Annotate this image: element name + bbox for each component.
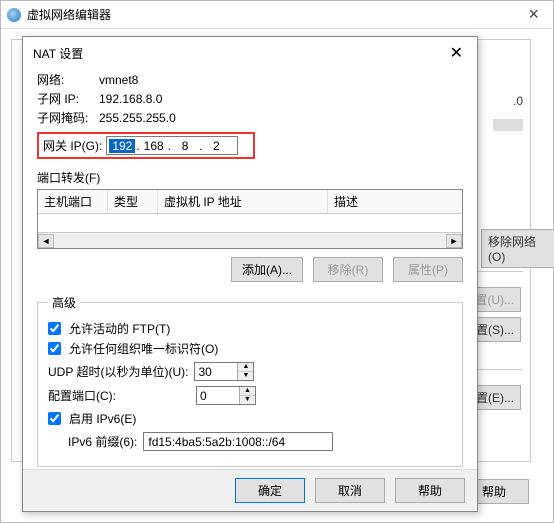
- bg-partial-bar: [493, 119, 523, 131]
- parent-title: 虚拟网络编辑器: [27, 6, 111, 23]
- table-header: 主机端口 类型 虚拟机 IP 地址 描述: [38, 190, 462, 214]
- subnet-ip-value: 192.168.8.0: [99, 92, 162, 106]
- config-port-label: 配置端口(C):: [48, 387, 190, 404]
- allow-oui-label: 允许任何组织唯一标识符(O): [69, 340, 218, 357]
- network-row: 网络: vmnet8: [37, 71, 463, 88]
- subnet-mask-value: 255.255.255.0: [99, 111, 176, 125]
- scroll-left-icon[interactable]: ◄: [38, 234, 54, 248]
- col-vm-ip[interactable]: 虚拟机 IP 地址: [158, 190, 328, 213]
- ok-button[interactable]: 确定: [235, 478, 305, 503]
- help-button[interactable]: 帮助: [395, 478, 465, 503]
- ipv6-prefix-input[interactable]: [143, 432, 333, 451]
- gateway-row-highlight: 网关 IP(G): 192 . 168 . 8 . 2: [37, 132, 255, 159]
- allow-active-ftp-checkbox[interactable]: [48, 322, 61, 335]
- subnet-ip-row: 子网 IP: 192.168.8.0: [37, 90, 463, 107]
- gateway-ip-input[interactable]: 192 . 168 . 8 . 2: [106, 136, 238, 155]
- dialog-title: NAT 设置: [33, 45, 83, 62]
- udp-timeout-label: UDP 超时(以秒为单位)(U):: [48, 363, 188, 380]
- subnet-ip-label: 子网 IP:: [37, 90, 99, 107]
- col-desc[interactable]: 描述: [328, 190, 462, 213]
- remove-network-button[interactable]: 移除网络(O): [481, 229, 554, 268]
- port-forward-buttons: 添加(A)... 移除(R) 属性(P): [37, 257, 463, 282]
- port-forward-label: 端口转发(F): [37, 169, 463, 186]
- bg-partial-text: .0: [513, 94, 523, 108]
- dialog-footer: 确定 取消 帮助: [23, 469, 477, 511]
- gateway-octet-2[interactable]: 168: [141, 139, 167, 153]
- horizontal-scrollbar[interactable]: ◄ ►: [38, 232, 462, 248]
- parent-titlebar: 虚拟网络编辑器 ×: [1, 1, 553, 29]
- cancel-button[interactable]: 取消: [315, 478, 385, 503]
- ipv6-prefix-label: IPv6 前缀(6):: [68, 433, 137, 450]
- parent-close-icon[interactable]: ×: [520, 4, 547, 25]
- app-icon: [7, 8, 21, 22]
- dialog-titlebar: NAT 设置 ✕: [23, 37, 477, 67]
- cfgport-spinner[interactable]: ▲▼: [239, 387, 255, 404]
- advanced-group: 高级 允许活动的 FTP(T) 允许任何组织唯一标识符(O) UDP 超时(以秒…: [37, 294, 463, 467]
- network-label: 网络:: [37, 71, 99, 88]
- gateway-octet-4[interactable]: 2: [203, 139, 229, 153]
- gateway-label: 网关 IP(G):: [41, 137, 102, 154]
- enable-ipv6-checkbox[interactable]: [48, 412, 61, 425]
- udp-timeout-input[interactable]: ▲▼: [194, 362, 254, 381]
- config-port-input[interactable]: ▲▼: [196, 386, 256, 405]
- udp-spinner[interactable]: ▲▼: [237, 363, 253, 380]
- port-forward-table[interactable]: 主机端口 类型 虚拟机 IP 地址 描述 ◄ ►: [37, 189, 463, 249]
- advanced-legend: 高级: [48, 294, 80, 311]
- subnet-mask-label: 子网掩码:: [37, 109, 99, 126]
- add-button[interactable]: 添加(A)...: [231, 257, 303, 282]
- bg-divider-2: [473, 369, 523, 370]
- nat-settings-dialog: NAT 设置 ✕ 网络: vmnet8 子网 IP: 192.168.8.0 子…: [22, 36, 478, 512]
- allow-active-ftp-label: 允许活动的 FTP(T): [69, 320, 170, 337]
- remove-button[interactable]: 移除(R): [313, 257, 383, 282]
- enable-ipv6-label: 启用 IPv6(E): [69, 410, 136, 427]
- subnet-mask-row: 子网掩码: 255.255.255.0: [37, 109, 463, 126]
- gateway-octet-1[interactable]: 192: [109, 139, 135, 153]
- properties-button[interactable]: 属性(P): [393, 257, 463, 282]
- allow-oui-checkbox[interactable]: [48, 342, 61, 355]
- dialog-body: 网络: vmnet8 子网 IP: 192.168.8.0 子网掩码: 255.…: [23, 67, 477, 469]
- bg-divider-1: [473, 271, 523, 272]
- udp-timeout-value[interactable]: [195, 363, 237, 380]
- network-value: vmnet8: [99, 73, 138, 87]
- scroll-right-icon[interactable]: ►: [446, 234, 462, 248]
- col-type[interactable]: 类型: [108, 190, 158, 213]
- col-host-port[interactable]: 主机端口: [38, 190, 108, 213]
- config-port-value[interactable]: [197, 387, 239, 404]
- close-icon[interactable]: ✕: [446, 43, 467, 63]
- gateway-octet-3[interactable]: 8: [172, 139, 198, 153]
